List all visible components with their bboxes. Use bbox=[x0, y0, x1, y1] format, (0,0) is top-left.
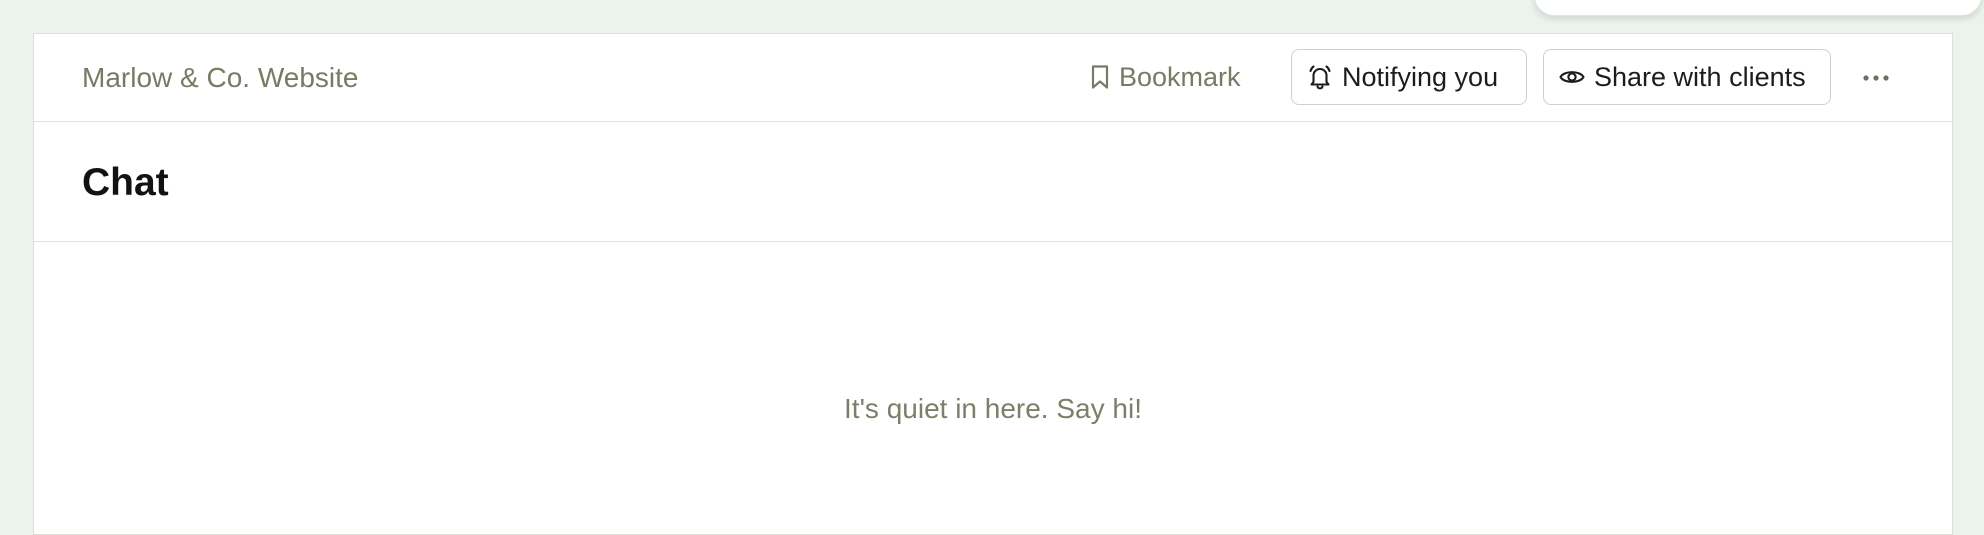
popup-menu-edge bbox=[1534, 0, 1982, 16]
page-header: Chat bbox=[34, 122, 1952, 242]
notifying-you-label: Notifying you bbox=[1342, 61, 1499, 92]
share-with-clients-button[interactable]: Share with clients bbox=[1543, 49, 1831, 105]
project-name-link[interactable]: Marlow & Co. Website bbox=[82, 61, 358, 95]
bookmark-button[interactable]: Bookmark bbox=[1089, 57, 1241, 97]
project-topbar: Marlow & Co. Website Bookmark Notifying … bbox=[34, 34, 1952, 122]
bookmark-icon bbox=[1089, 64, 1111, 90]
page-title: Chat bbox=[82, 161, 169, 204]
empty-state-message: It's quiet in here. Say hi! bbox=[844, 393, 1142, 424]
bell-ringing-icon bbox=[1306, 63, 1334, 91]
more-options-button[interactable] bbox=[1854, 58, 1898, 98]
bookmark-label: Bookmark bbox=[1119, 61, 1241, 92]
chat-panel: Marlow & Co. Website Bookmark Notifying … bbox=[33, 33, 1953, 535]
more-horizontal-icon bbox=[1861, 73, 1891, 83]
eye-icon bbox=[1558, 63, 1586, 91]
notifying-you-button[interactable]: Notifying you bbox=[1291, 49, 1527, 105]
share-with-clients-label: Share with clients bbox=[1594, 61, 1806, 92]
